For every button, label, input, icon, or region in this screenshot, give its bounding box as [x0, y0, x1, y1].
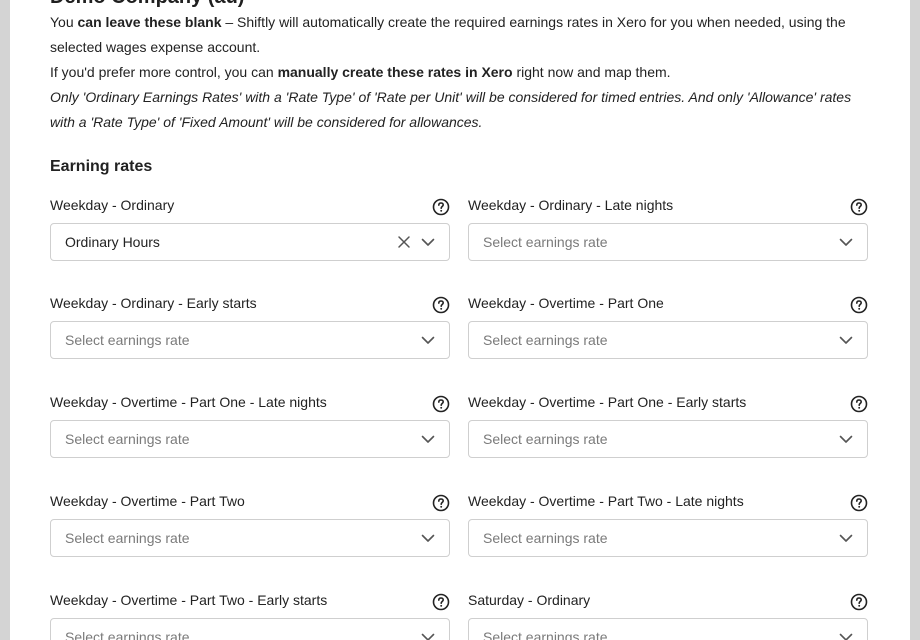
- select-value: Ordinary Hours: [65, 234, 160, 250]
- field-label-row: Weekday - Ordinary - Early starts: [50, 293, 450, 315]
- select-placeholder: Select earnings rate: [483, 431, 608, 447]
- select-placeholder: Select earnings rate: [65, 530, 190, 546]
- field-label: Weekday - Ordinary - Early starts: [50, 295, 257, 311]
- earnings-rate-select[interactable]: Select earnings rate: [50, 618, 450, 640]
- intro-line-3: Only 'Ordinary Earnings Rates' with a 'R…: [50, 89, 852, 130]
- earnings-rate-select[interactable]: Select earnings rate: [468, 420, 868, 458]
- chevron-down-icon[interactable]: [421, 532, 435, 544]
- clear-icon[interactable]: [397, 235, 411, 249]
- settings-panel: Demo Company (au) You can leave these bl…: [10, 0, 910, 640]
- select-placeholder: Select earnings rate: [65, 629, 190, 640]
- earning-rate-field: Weekday - Overtime - Part Two - Late nig…: [468, 491, 868, 557]
- chevron-down-icon[interactable]: [839, 631, 853, 640]
- intro-line-2-prefix: If you'd prefer more control, you can: [50, 64, 278, 80]
- earnings-rate-select[interactable]: Select earnings rate: [50, 321, 450, 359]
- field-label-row: Weekday - Overtime - Part One - Late nig…: [50, 392, 450, 414]
- earning-rate-field: Weekday - Ordinary - Early starts Select …: [50, 293, 450, 359]
- help-icon[interactable]: [432, 494, 450, 512]
- intro-line-1: You can leave these blank – Shiftly will…: [50, 10, 875, 60]
- field-label: Weekday - Overtime - Part One - Early st…: [468, 394, 747, 410]
- field-label: Weekday - Overtime - Part Two: [50, 493, 245, 509]
- field-label-row: Weekday - Overtime - Part Two - Late nig…: [468, 491, 868, 513]
- earnings-rate-select[interactable]: Select earnings rate: [468, 618, 868, 640]
- help-icon[interactable]: [432, 395, 450, 413]
- field-label: Weekday - Ordinary - Late nights: [468, 197, 674, 213]
- field-label-row: Weekday - Overtime - Part Two - Early st…: [50, 590, 450, 612]
- earnings-rate-select[interactable]: Select earnings rate: [50, 519, 450, 557]
- earnings-rate-select[interactable]: Ordinary Hours: [50, 223, 450, 261]
- earning-rate-field: Weekday - Overtime - Part One Select earn…: [468, 293, 868, 359]
- earning-rate-field: Saturday - Ordinary Select earnings rate: [468, 590, 868, 640]
- earning-rate-field: Weekday - Overtime - Part One - Late nig…: [50, 392, 450, 458]
- help-icon[interactable]: [850, 296, 868, 314]
- select-placeholder: Select earnings rate: [483, 629, 608, 640]
- field-label: Weekday - Ordinary: [50, 197, 175, 213]
- help-icon[interactable]: [850, 494, 868, 512]
- earning-rate-field: Weekday - Overtime - Part One - Early st…: [468, 392, 868, 458]
- field-label: Weekday - Overtime - Part Two - Late nig…: [468, 493, 744, 509]
- chevron-down-icon[interactable]: [421, 631, 435, 640]
- earning-rate-field: Weekday - Overtime - Part Two Select earn…: [50, 491, 450, 557]
- intro-line-2-bold: manually create these rates in Xero: [277, 64, 513, 80]
- field-label-row: Weekday - Overtime - Part Two: [50, 491, 450, 513]
- select-placeholder: Select earnings rate: [65, 332, 190, 348]
- help-icon[interactable]: [850, 395, 868, 413]
- chevron-down-icon[interactable]: [839, 532, 853, 544]
- earning-rate-field: Weekday - Ordinary Ordinary Hours: [50, 195, 450, 261]
- help-icon[interactable]: [850, 198, 868, 216]
- field-label: Saturday - Ordinary: [468, 592, 591, 608]
- field-label-row: Weekday - Overtime - Part One - Early st…: [468, 392, 868, 414]
- select-placeholder: Select earnings rate: [483, 234, 608, 250]
- chevron-down-icon[interactable]: [421, 433, 435, 445]
- intro-line-1-bold: can leave these blank: [77, 14, 222, 30]
- earning-rate-field: Weekday - Overtime - Part Two - Early st…: [50, 590, 450, 640]
- help-icon[interactable]: [850, 593, 868, 611]
- field-label-row: Weekday - Ordinary - Late nights: [468, 195, 868, 217]
- field-label-row: Saturday - Ordinary: [468, 590, 868, 612]
- select-placeholder: Select earnings rate: [65, 431, 190, 447]
- intro-line-2-suffix: right now and map them.: [512, 64, 671, 80]
- field-label: Weekday - Overtime - Part One - Late nig…: [50, 394, 327, 410]
- intro-text: You can leave these blank – Shiftly will…: [50, 10, 875, 135]
- chevron-down-icon[interactable]: [421, 236, 435, 248]
- earning-rate-field: Weekday - Ordinary - Late nights Select e…: [468, 195, 868, 261]
- company-title: Demo Company (au): [50, 0, 244, 9]
- select-placeholder: Select earnings rate: [483, 530, 608, 546]
- field-label: Weekday - Overtime - Part Two - Early st…: [50, 592, 328, 608]
- intro-line-1-prefix: You: [50, 14, 78, 30]
- earnings-rate-select[interactable]: Select earnings rate: [468, 321, 868, 359]
- intro-line-2: If you'd prefer more control, you can ma…: [50, 60, 875, 85]
- help-icon[interactable]: [432, 296, 450, 314]
- earnings-rate-select[interactable]: Select earnings rate: [468, 519, 868, 557]
- section-title-earning-rates: Earning rates: [50, 158, 153, 175]
- help-icon[interactable]: [432, 198, 450, 216]
- chevron-down-icon[interactable]: [421, 334, 435, 346]
- help-icon[interactable]: [432, 593, 450, 611]
- field-label-row: Weekday - Ordinary: [50, 195, 450, 217]
- earnings-rate-select[interactable]: Select earnings rate: [468, 223, 868, 261]
- select-placeholder: Select earnings rate: [483, 332, 608, 348]
- chevron-down-icon[interactable]: [839, 433, 853, 445]
- chevron-down-icon[interactable]: [839, 236, 853, 248]
- field-label: Weekday - Overtime - Part One: [468, 295, 664, 311]
- field-label-row: Weekday - Overtime - Part One: [468, 293, 868, 315]
- chevron-down-icon[interactable]: [839, 334, 853, 346]
- earnings-rate-select[interactable]: Select earnings rate: [50, 420, 450, 458]
